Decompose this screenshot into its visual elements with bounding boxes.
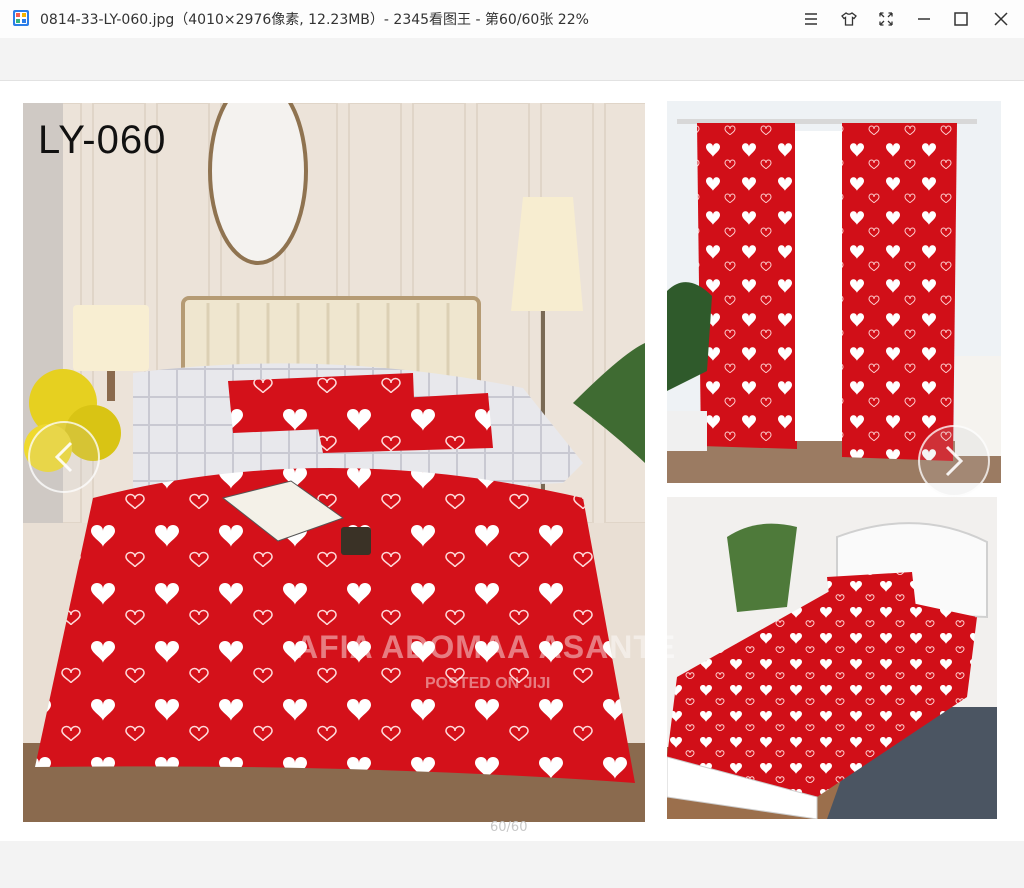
menu-icon xyxy=(805,13,817,25)
main-bedroom-photo: LY-060 xyxy=(23,103,645,822)
minimize-button[interactable] xyxy=(909,4,939,34)
previous-image-button[interactable] xyxy=(28,421,100,493)
close-button[interactable] xyxy=(986,4,1016,34)
window-title: 0814-33-LY-060.jpg（4010×2976像素, 12.23MB）… xyxy=(40,12,589,28)
product-code-label: LY-060 xyxy=(38,118,167,162)
chevron-left-icon xyxy=(54,441,73,473)
fullscreen-icon xyxy=(879,12,893,26)
fullscreen-button[interactable] xyxy=(871,4,901,34)
watermark-subtext: POSTED ON JIJI xyxy=(425,675,551,692)
app-icon xyxy=(13,10,29,26)
chevron-right-icon xyxy=(945,445,964,477)
page-counter: 60/60 xyxy=(490,820,528,835)
maximize-button[interactable] xyxy=(946,4,976,34)
fitted-sheet-photo xyxy=(667,497,997,819)
skin-button[interactable] xyxy=(834,4,864,34)
minimize-icon xyxy=(918,18,930,20)
bedroom-illustration xyxy=(23,103,645,822)
title-bar: 0814-33-LY-060.jpg（4010×2976像素, 12.23MB）… xyxy=(0,0,1024,38)
watermark-text: AFIA ADOMAA ASANTE xyxy=(295,629,677,665)
fitted-sheet-illustration xyxy=(667,497,997,819)
close-icon xyxy=(994,12,1008,26)
next-image-button[interactable] xyxy=(918,425,990,497)
skin-icon xyxy=(841,12,857,26)
menu-button[interactable] xyxy=(796,4,826,34)
image-viewer-canvas[interactable]: LY-060 AFIA ADOMAA ASANTE POSTED ON JIJI… xyxy=(0,80,1024,842)
bottom-toolbar xyxy=(0,841,1024,888)
maximize-icon xyxy=(954,12,968,26)
